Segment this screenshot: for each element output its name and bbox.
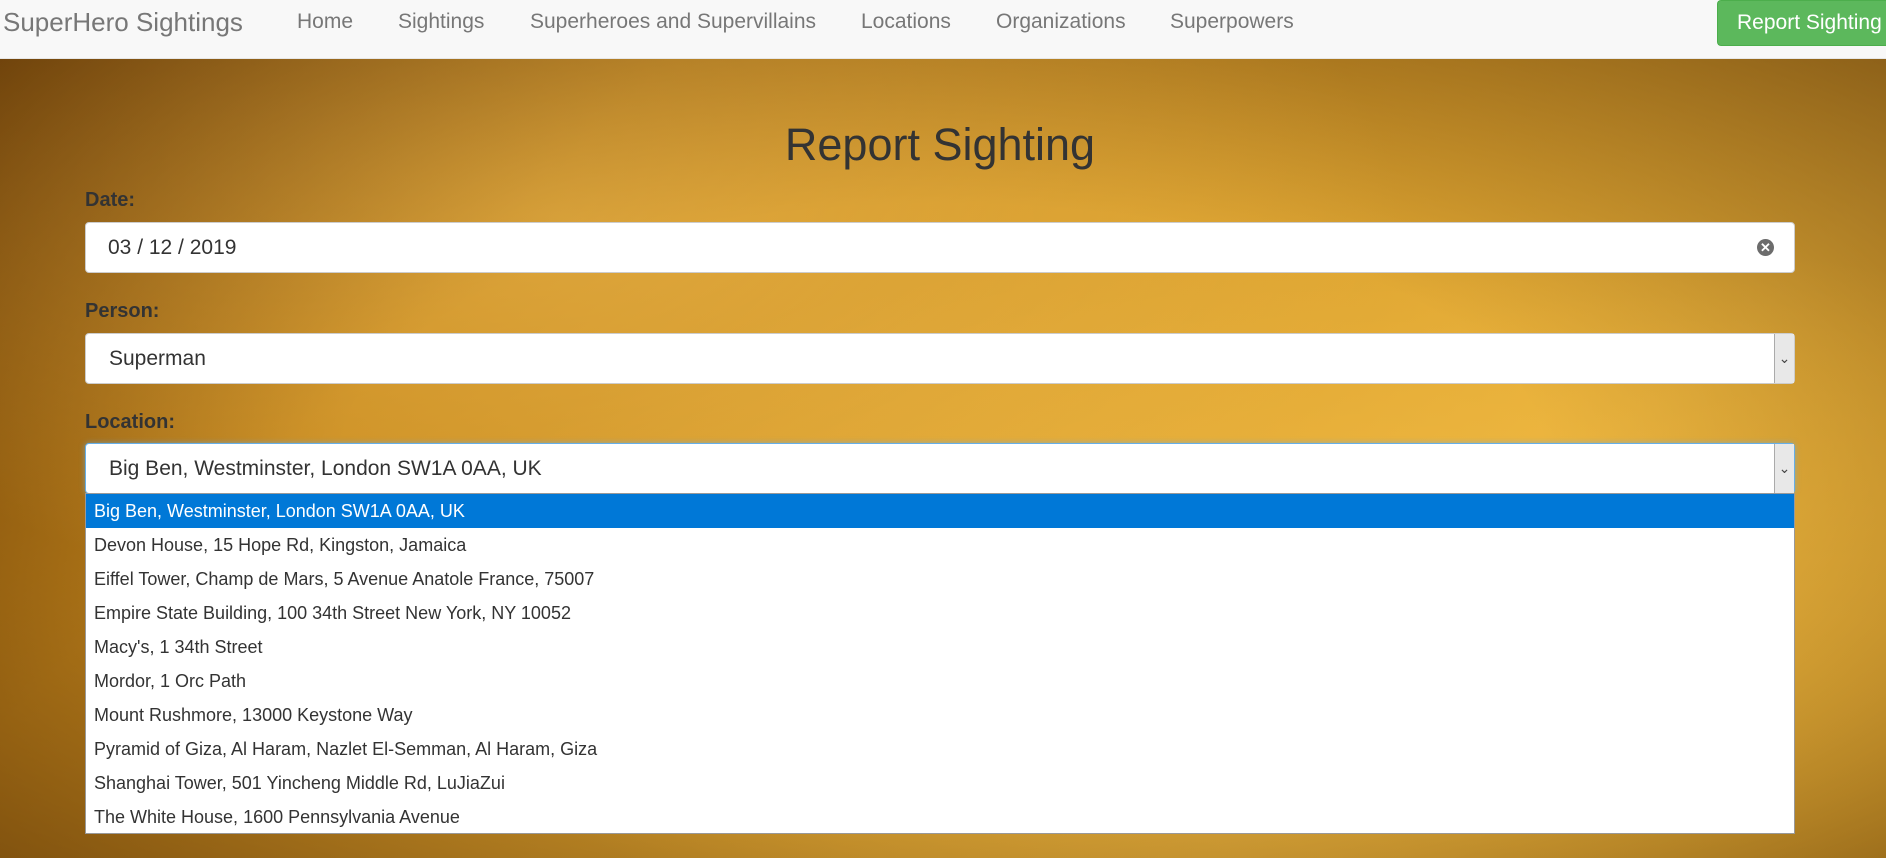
nav-link-superheroes[interactable]: Superheroes and Supervillains	[530, 9, 816, 35]
location-option[interactable]: Shanghai Tower, 501 Yincheng Middle Rd, …	[86, 766, 1794, 800]
nav-link-sightings[interactable]: Sightings	[398, 9, 484, 35]
location-option[interactable]: Macy's, 1 34th Street	[86, 630, 1794, 664]
person-select[interactable]: Superman ⌄	[85, 333, 1795, 384]
brand-link[interactable]: SuperHero Sightings	[3, 7, 243, 37]
location-select[interactable]: Big Ben, Westminster, London SW1A 0AA, U…	[85, 443, 1795, 494]
navbar: SuperHero Sightings Home Sightings Super…	[0, 0, 1886, 59]
location-option[interactable]: The White House, 1600 Pennsylvania Avenu…	[86, 800, 1794, 833]
chevron-down-icon[interactable]: ⌄	[1774, 334, 1794, 383]
location-option[interactable]: Devon House, 15 Hope Rd, Kingston, Jamai…	[86, 528, 1794, 562]
page-title: Report Sighting	[784, 119, 1096, 170]
location-option[interactable]: Pyramid of Giza, Al Haram, Nazlet El-Sem…	[86, 732, 1794, 766]
nav-link-home[interactable]: Home	[297, 9, 353, 35]
location-option[interactable]: Big Ben, Westminster, London SW1A 0AA, U…	[86, 494, 1794, 528]
location-label: Location:	[85, 411, 175, 433]
report-sighting-button[interactable]: Report Sighting	[1717, 0, 1886, 46]
nav-link-organizations[interactable]: Organizations	[996, 9, 1126, 35]
location-option[interactable]: Mount Rushmore, 13000 Keystone Way	[86, 698, 1794, 732]
date-field[interactable]: 03 / 12 / 2019 ✕	[85, 222, 1795, 273]
location-option[interactable]: Eiffel Tower, Champ de Mars, 5 Avenue An…	[86, 562, 1794, 596]
date-value: 03 / 12 / 2019	[108, 236, 237, 259]
nav-link-locations[interactable]: Locations	[861, 9, 951, 35]
clear-icon[interactable]: ✕	[1757, 239, 1774, 256]
person-value: Superman	[109, 347, 206, 370]
chevron-down-icon[interactable]: ⌄	[1774, 444, 1794, 493]
location-option[interactable]: Empire State Building, 100 34th Street N…	[86, 596, 1794, 630]
nav-link-superpowers[interactable]: Superpowers	[1170, 9, 1294, 35]
person-label: Person:	[85, 300, 160, 322]
location-dropdown-list: Big Ben, Westminster, London SW1A 0AA, U…	[85, 493, 1795, 834]
location-value: Big Ben, Westminster, London SW1A 0AA, U…	[109, 457, 542, 480]
location-option[interactable]: Mordor, 1 Orc Path	[86, 664, 1794, 698]
date-label: Date:	[85, 189, 136, 211]
